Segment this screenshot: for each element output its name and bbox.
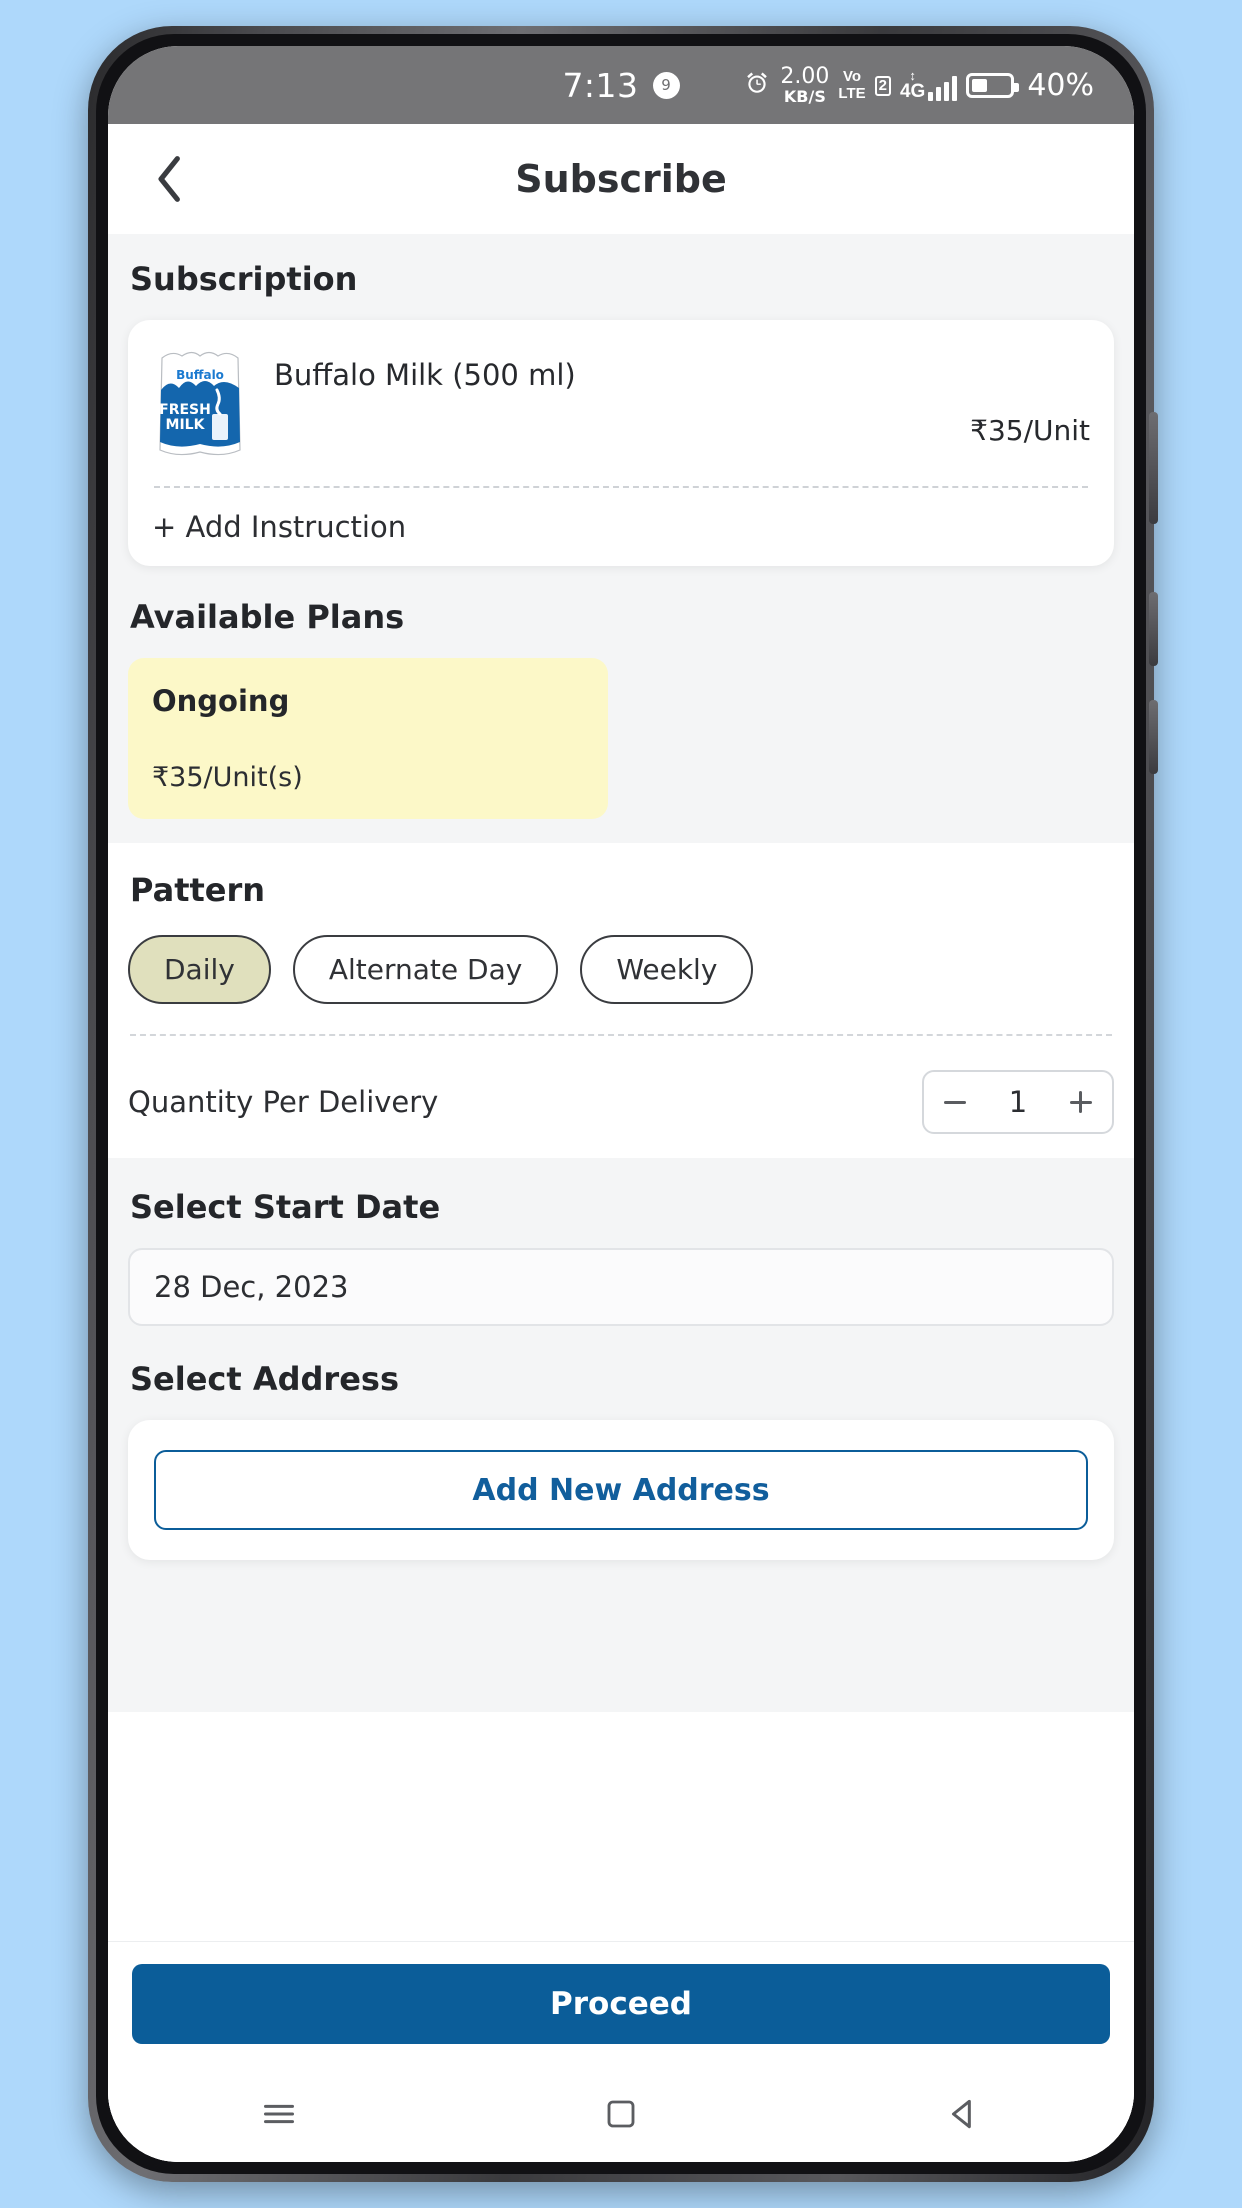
start-date-section: Select Start Date 28 Dec, 2023 Select Ad… xyxy=(108,1158,1134,1584)
svg-text:MILK: MILK xyxy=(166,417,206,433)
minus-icon xyxy=(944,1100,967,1104)
phone-screen: 7:13 9 2.00 KB/S Vo LTE 2 ↕ 4G 40% Subsc… xyxy=(108,46,1134,2162)
start-date-heading: Select Start Date xyxy=(130,1188,441,1226)
address-heading: Select Address xyxy=(130,1360,399,1398)
quantity-decrement-button[interactable] xyxy=(924,1100,987,1104)
app-header: Subscribe xyxy=(108,124,1134,234)
pattern-chip-alternate-day[interactable]: Alternate Day xyxy=(292,935,559,1004)
pattern-chip-weekly[interactable]: Weekly xyxy=(580,935,754,1004)
battery-icon xyxy=(966,72,1020,98)
plan-card-ongoing[interactable]: Ongoing ₹35/Unit(s) xyxy=(128,658,608,819)
volume-down-button[interactable] xyxy=(1149,592,1158,666)
screenshot-stage: 7:13 9 2.00 KB/S Vo LTE 2 ↕ 4G 40% Subsc… xyxy=(0,0,1242,2208)
product-row: Buffalo FRESH MILK Buffalo Milk (500 ml)… xyxy=(152,346,1090,462)
subscription-section: Subscription Buffalo FRESH MILK Buffalo … xyxy=(108,234,1134,590)
add-new-address-button[interactable]: Add New Address xyxy=(154,1450,1088,1530)
bottom-spacer xyxy=(108,1584,1134,1712)
svg-text:Buffalo: Buffalo xyxy=(176,368,224,382)
pattern-section: Pattern Daily Alternate Day Weekly Quant… xyxy=(108,843,1134,1158)
alarm-clock-icon xyxy=(743,69,771,102)
volume-up-button[interactable] xyxy=(1149,412,1158,524)
page-title: Subscribe xyxy=(515,157,727,201)
quantity-value: 1 xyxy=(1008,1085,1028,1119)
quantity-increment-button[interactable] xyxy=(1049,1091,1112,1113)
plus-icon xyxy=(1069,1091,1092,1113)
subscription-heading: Subscription xyxy=(130,260,358,298)
menu-icon[interactable] xyxy=(239,2074,319,2154)
network-type-label: 4G xyxy=(899,81,926,102)
status-bar-right: 2.00 KB/S Vo LTE 2 ↕ 4G 40% xyxy=(743,46,1094,124)
network-type-group: ↕ 4G xyxy=(900,69,925,101)
back-chevron-icon[interactable] xyxy=(138,147,202,211)
power-button[interactable] xyxy=(1149,700,1158,774)
scroll-content[interactable]: Subscription Buffalo FRESH MILK Buffalo … xyxy=(108,234,1134,2162)
sim-slot-badge: 2 xyxy=(874,74,891,96)
pattern-heading: Pattern xyxy=(130,871,266,909)
available-plans-section: Available Plans Ongoing ₹35/Unit(s) xyxy=(108,590,1134,843)
quantity-row: Quantity Per Delivery 1 xyxy=(128,1070,1114,1134)
volte-label-bottom: LTE xyxy=(838,85,866,102)
pattern-divider xyxy=(130,1034,1112,1036)
sim-number: 2 xyxy=(874,76,891,96)
pattern-options: Daily Alternate Day Weekly xyxy=(128,935,1114,1004)
available-plans-heading: Available Plans xyxy=(130,598,405,636)
start-date-field[interactable]: 28 Dec, 2023 xyxy=(128,1248,1114,1326)
footer-bar: Proceed xyxy=(108,1941,1134,2066)
product-price: ₹35/Unit xyxy=(970,414,1090,447)
status-bar: 7:13 9 2.00 KB/S Vo LTE 2 ↕ 4G 40% xyxy=(108,46,1134,124)
network-speed-indicator: 2.00 KB/S xyxy=(780,63,830,106)
plan-name: Ongoing xyxy=(152,684,290,718)
volte-indicator: Vo LTE xyxy=(838,69,865,101)
svg-text:FRESH: FRESH xyxy=(159,402,211,418)
product-card: Buffalo FRESH MILK Buffalo Milk (500 ml)… xyxy=(128,320,1114,566)
volte-label-top: Vo xyxy=(842,68,862,85)
card-divider xyxy=(154,486,1088,488)
home-square-icon[interactable] xyxy=(581,2074,661,2154)
product-details: Buffalo Milk (500 ml) ₹35/Unit xyxy=(274,346,1090,447)
milk-packet-image: Buffalo FRESH MILK xyxy=(152,346,248,462)
add-instruction-button[interactable]: + Add Instruction xyxy=(152,510,1090,544)
quantity-label: Quantity Per Delivery xyxy=(128,1085,439,1119)
network-speed-unit: KB/S xyxy=(783,86,826,106)
mobile-network-indicator: ↕ 4G xyxy=(900,69,958,101)
network-speed-value: 2.00 xyxy=(780,63,830,89)
quantity-stepper[interactable]: 1 xyxy=(922,1070,1114,1134)
android-nav-bar xyxy=(108,2066,1134,2162)
status-time: 7:13 xyxy=(562,65,639,105)
signal-bars-icon xyxy=(928,75,958,101)
pattern-chip-daily[interactable]: Daily xyxy=(128,935,271,1004)
battery-percent-label: 40% xyxy=(1027,67,1094,103)
back-triangle-icon[interactable] xyxy=(923,2074,1003,2154)
proceed-button[interactable]: Proceed xyxy=(132,1964,1110,2044)
product-name: Buffalo Milk (500 ml) xyxy=(274,358,576,392)
plan-price: ₹35/Unit(s) xyxy=(152,762,303,793)
address-card: Add New Address xyxy=(128,1420,1114,1560)
notification-count-badge: 9 xyxy=(652,71,680,99)
